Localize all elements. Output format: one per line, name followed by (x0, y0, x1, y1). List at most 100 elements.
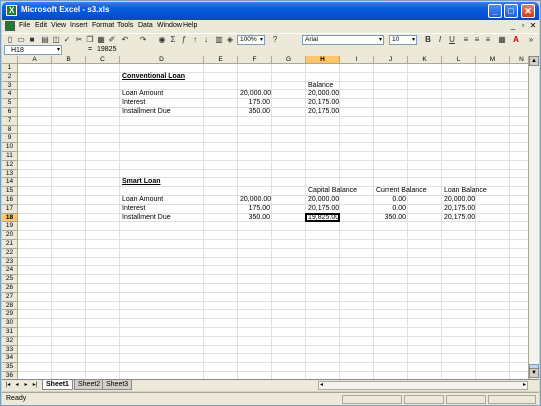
print-icon[interactable]: ▤ (40, 35, 50, 45)
first-sheet-icon[interactable]: |◂ (4, 381, 12, 390)
format-painter-icon[interactable]: ✐ (107, 35, 117, 45)
minimize-button[interactable]: _ (488, 4, 502, 18)
row-header-2[interactable]: 2 (2, 72, 18, 82)
row-header-26[interactable]: 26 (2, 284, 18, 293)
column-header-h[interactable]: H (306, 56, 340, 64)
align-center-icon[interactable]: ≡ (472, 35, 482, 45)
formula-equals-icon[interactable]: = (88, 46, 92, 53)
hyperlink-icon[interactable]: ◉ (157, 35, 167, 45)
row-header-15[interactable]: 15 (2, 187, 18, 196)
row-header-35[interactable]: 35 (2, 363, 18, 372)
row-header-19[interactable]: 19 (2, 222, 18, 232)
help-icon[interactable]: ? (270, 35, 280, 45)
cell-l15[interactable]: Loan Balance (444, 187, 508, 195)
column-header-j[interactable]: J (374, 56, 408, 64)
column-header-a[interactable]: A (18, 56, 52, 64)
cell-j15[interactable]: Current Balance (376, 187, 440, 195)
next-sheet-icon[interactable]: ▸ (22, 381, 30, 390)
sheet-tab-sheet1[interactable]: Sheet1 (42, 380, 73, 390)
cell-l18[interactable]: 20,175.00 (444, 214, 475, 222)
last-sheet-icon[interactable]: ▸| (31, 381, 39, 390)
row-header-18[interactable]: 18 (2, 213, 18, 223)
cell-d16[interactable]: Loan Amount (122, 196, 202, 204)
sheet-tab-sheet2[interactable]: Sheet2 (74, 380, 105, 390)
column-header-f[interactable]: F (238, 56, 272, 64)
menu-help[interactable]: Help (183, 22, 197, 29)
row-header-9[interactable]: 9 (2, 134, 18, 144)
workbook-icon[interactable] (5, 21, 15, 31)
worksheet-grid[interactable]: A B C D E F G H I J K L M N 1 2 3 4 5 6 7 8 9 10 11 12 13 14 15 16 17 1… (2, 56, 528, 379)
column-header-n[interactable]: N (510, 56, 528, 64)
row-header-30[interactable]: 30 (2, 319, 18, 328)
function-icon[interactable]: ƒ (179, 35, 189, 45)
row-header-7[interactable]: 7 (2, 116, 18, 126)
save-icon[interactable]: ■ (27, 35, 37, 45)
row-header-21[interactable]: 21 (2, 240, 18, 249)
cell-d5[interactable]: Interest (122, 99, 202, 107)
print-preview-icon[interactable]: ◫ (51, 35, 61, 45)
menu-window[interactable]: Window (157, 22, 182, 29)
cell-h6[interactable]: 20,175.00 (308, 108, 339, 116)
drawing-icon[interactable]: ◈ (225, 35, 235, 45)
copy-icon[interactable]: ❐ (85, 35, 95, 45)
excel-app-icon[interactable] (6, 5, 17, 16)
cell-j18[interactable]: 350.00 (376, 214, 406, 222)
column-header-i[interactable]: I (340, 56, 374, 64)
column-header-m[interactable]: M (476, 56, 510, 64)
column-header-c[interactable]: C (86, 56, 120, 64)
row-header-13[interactable]: 13 (2, 169, 18, 179)
sort-ascending-icon[interactable]: ↑ (190, 35, 200, 45)
row-header-25[interactable]: 25 (2, 275, 18, 284)
cell-f5[interactable]: 175.00 (240, 99, 270, 107)
cell-h17[interactable]: 20,175.00 (308, 205, 339, 213)
row-header-8[interactable]: 8 (2, 125, 18, 135)
italic-icon[interactable]: I (435, 35, 445, 45)
maximize-button[interactable]: □ (504, 4, 518, 18)
doc-restore-icon[interactable]: ▫ (518, 21, 528, 31)
cell-h4[interactable]: 20,000.00 (308, 90, 339, 98)
row-header-16[interactable]: 16 (2, 196, 18, 205)
doc-close-icon[interactable]: ✕ (528, 21, 538, 31)
row-header-32[interactable]: 32 (2, 336, 18, 346)
cell-f18[interactable]: 350.00 (240, 214, 270, 222)
bold-icon[interactable]: B (423, 35, 433, 45)
zoom-select[interactable]: 100% ▾ (237, 35, 265, 45)
menu-insert[interactable]: Insert (70, 22, 88, 29)
spelling-icon[interactable]: ✓ (62, 35, 72, 45)
paste-icon[interactable]: ▦ (96, 35, 106, 45)
font-size-select[interactable]: 10 ▾ (389, 35, 417, 45)
underline-icon[interactable]: U (447, 35, 457, 45)
scroll-right-icon[interactable]: ▸ (523, 381, 526, 388)
menu-edit[interactable]: Edit (35, 22, 47, 29)
font-select[interactable]: Arial ▾ (302, 35, 384, 45)
scroll-left-icon[interactable]: ◂ (320, 381, 323, 388)
row-header-23[interactable]: 23 (2, 257, 18, 267)
cell-j17[interactable]: 0.00 (376, 205, 406, 213)
row-header-1[interactable]: 1 (2, 64, 18, 73)
column-header-b[interactable]: B (52, 56, 86, 64)
row-header-11[interactable]: 11 (2, 152, 18, 161)
scroll-up-icon[interactable]: ▲ (529, 56, 539, 66)
new-icon[interactable]: ▯ (5, 35, 15, 45)
menu-tools[interactable]: Tools (117, 22, 133, 29)
name-box[interactable]: H18 ▾ (4, 45, 62, 55)
cell-h15[interactable]: Capital Balance (308, 187, 372, 195)
column-header-g[interactable]: G (272, 56, 306, 64)
menu-format[interactable]: Format (92, 22, 114, 29)
row-header-34[interactable]: 34 (2, 354, 18, 364)
column-header-d[interactable]: D (120, 56, 204, 64)
row-header-6[interactable]: 6 (2, 108, 18, 117)
prev-sheet-icon[interactable]: ◂ (13, 381, 21, 390)
vertical-scrollbar[interactable]: ▲ ▼ (528, 56, 539, 379)
toolbar-options-icon[interactable]: » (526, 35, 536, 45)
menu-data[interactable]: Data (138, 22, 153, 29)
sort-descending-icon[interactable]: ↓ (201, 35, 211, 45)
row-header-3[interactable]: 3 (2, 81, 18, 91)
column-header-e[interactable]: E (204, 56, 238, 64)
row-header-4[interactable]: 4 (2, 90, 18, 100)
autosum-icon[interactable]: Σ (168, 35, 178, 45)
row-header-36[interactable]: 36 (2, 372, 18, 379)
cell-d4[interactable]: Loan Amount (122, 90, 202, 98)
row-header-33[interactable]: 33 (2, 345, 18, 355)
cell-l16[interactable]: 20,000.00 (444, 196, 475, 204)
